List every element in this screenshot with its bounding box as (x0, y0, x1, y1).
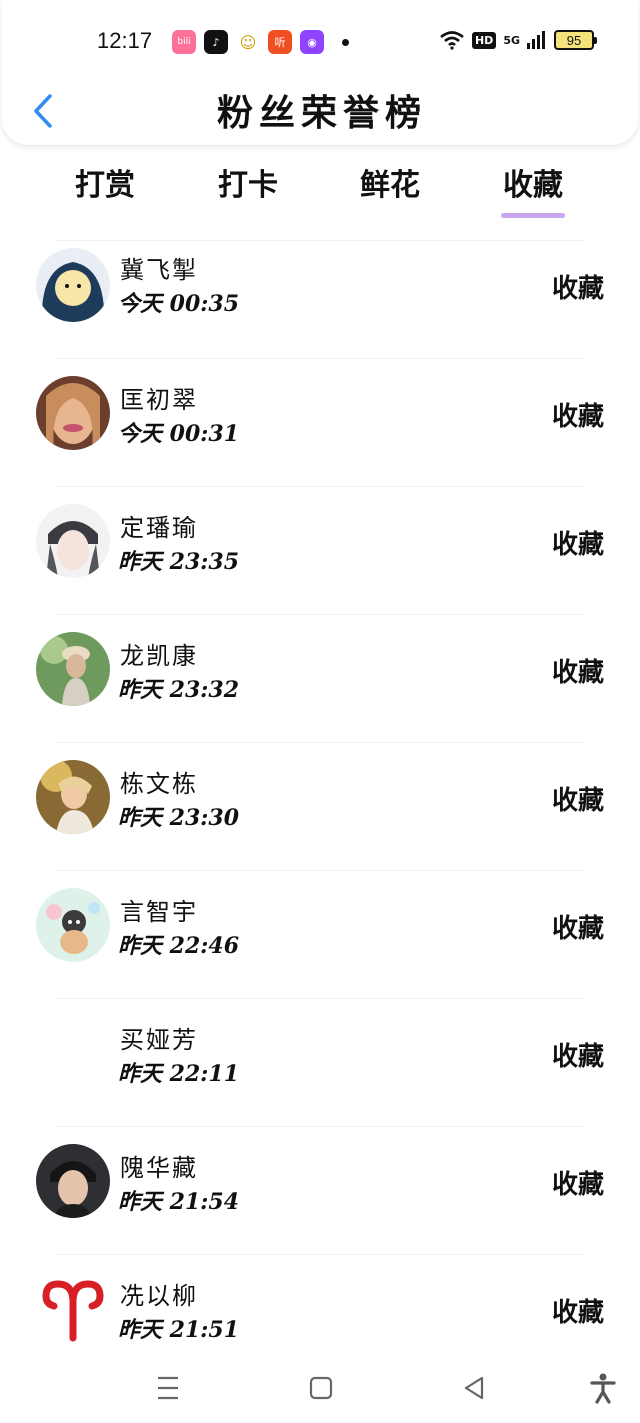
tab-checkin[interactable]: 打卡 (198, 160, 298, 204)
tab-bar: 打赏 打卡 鲜花 收藏 (0, 160, 640, 220)
avatar[interactable] (36, 1144, 110, 1218)
divider (55, 358, 585, 359)
active-tab-indicator (501, 213, 565, 218)
user-name: 冀飞掣 (120, 256, 198, 284)
favorite-label: 收藏 (551, 1042, 604, 1072)
timestamp: 昨天 23:30 (118, 805, 240, 831)
user-name: 冼以柳 (120, 1282, 198, 1310)
timestamp: 昨天 21:51 (118, 1317, 240, 1343)
user-name: 定璠瑜 (120, 514, 198, 542)
signal-icon (527, 31, 545, 49)
favorite-label: 收藏 (551, 786, 604, 816)
divider (55, 1254, 585, 1255)
divider (55, 486, 585, 487)
divider (55, 240, 585, 241)
divider (55, 1126, 585, 1127)
system-navigation-bar (0, 1360, 640, 1410)
system-icons: HD 5G 95 (439, 30, 597, 50)
timestamp: 昨天 21:54 (118, 1189, 240, 1215)
more-notifications-dot (342, 38, 349, 46)
favorite-label: 收藏 (551, 1298, 604, 1328)
favorite-label: 收藏 (551, 914, 604, 944)
tab-flowers[interactable]: 鲜花 (340, 160, 440, 204)
douyin-icon: ♪ (204, 30, 228, 54)
tab-tips[interactable]: 打赏 (55, 160, 155, 204)
bilibili-icon: bili (172, 30, 196, 54)
back-triangle-icon (464, 1376, 484, 1400)
menu-icon (158, 1376, 178, 1400)
list-item[interactable]: 隗华藏 昨天 21:54 收藏 (0, 1126, 640, 1254)
divider (55, 614, 585, 615)
aries-icon (36, 1272, 110, 1346)
divider (55, 998, 585, 999)
battery-icon: 95 (554, 30, 597, 50)
avatar[interactable] (36, 1016, 110, 1090)
status-bar: 12:17 bili ♪ ☺ 听 ◉ HD 5G 95 (2, 28, 638, 58)
timestamp: 昨天 23:32 (118, 677, 240, 703)
avatar[interactable] (36, 760, 110, 834)
favorite-label: 收藏 (551, 402, 604, 432)
header-card: 12:17 bili ♪ ☺ 听 ◉ HD 5G 95 粉丝荣誉榜 (2, 0, 638, 145)
avatar[interactable] (36, 376, 110, 450)
timestamp: 今天 00:31 (118, 421, 240, 447)
page-title: 粉丝荣誉榜 (216, 92, 427, 134)
notification-icons: bili ♪ ☺ 听 ◉ (172, 30, 349, 54)
favorite-label: 收藏 (551, 530, 604, 560)
home-button[interactable] (303, 1370, 339, 1406)
list-item[interactable]: 匡初翠 今天 00:31 收藏 (0, 358, 640, 486)
user-name: 匡初翠 (120, 386, 198, 414)
divider (55, 742, 585, 743)
hd-voice-icon: HD (471, 31, 497, 49)
listen-icon: 听 (268, 30, 292, 54)
divider (55, 870, 585, 871)
timestamp: 今天 00:35 (118, 291, 240, 317)
list-item[interactable]: 言智宇 昨天 22:46 收藏 (0, 870, 640, 998)
camera-app-icon: ◉ (300, 30, 324, 54)
user-name: 龙凯康 (120, 642, 198, 670)
accessibility-icon (590, 1373, 616, 1404)
wifi-icon (440, 31, 464, 50)
avatar[interactable] (36, 632, 110, 706)
list-item[interactable]: 龙凯康 昨天 23:32 收藏 (0, 614, 640, 742)
mascot-icon: ☺ (236, 30, 260, 54)
timestamp: 昨天 22:11 (118, 1061, 240, 1087)
favorite-label: 收藏 (551, 274, 604, 304)
favorite-label: 收藏 (551, 658, 604, 688)
tab-favorites[interactable]: 收藏 (483, 160, 583, 204)
network-type: 5G (503, 33, 520, 47)
list-item[interactable]: 冀飞掣 今天 00:35 收藏 (0, 240, 640, 368)
timestamp: 昨天 22:46 (118, 933, 240, 959)
user-name: 言智宇 (120, 898, 198, 926)
menu-button[interactable] (150, 1370, 186, 1406)
avatar[interactable] (36, 1272, 110, 1346)
home-square-icon (309, 1376, 333, 1400)
list-item[interactable]: 栋文栋 昨天 23:30 收藏 (0, 742, 640, 870)
user-name: 栋文栋 (120, 770, 198, 798)
accessibility-button[interactable] (585, 1370, 621, 1406)
user-name: 隗华藏 (120, 1154, 198, 1182)
list-item[interactable]: 买娅芳 昨天 22:11 收藏 (0, 998, 640, 1126)
list-item[interactable]: 定璠瑜 昨天 23:35 收藏 (0, 486, 640, 614)
user-name: 买娅芳 (120, 1026, 198, 1054)
back-nav-button[interactable] (456, 1370, 492, 1406)
avatar[interactable] (36, 504, 110, 578)
clock: 12:17 (97, 28, 153, 53)
timestamp: 昨天 23:35 (118, 549, 240, 575)
avatar[interactable] (36, 248, 110, 322)
favorite-label: 收藏 (551, 1170, 604, 1200)
avatar[interactable] (36, 888, 110, 962)
